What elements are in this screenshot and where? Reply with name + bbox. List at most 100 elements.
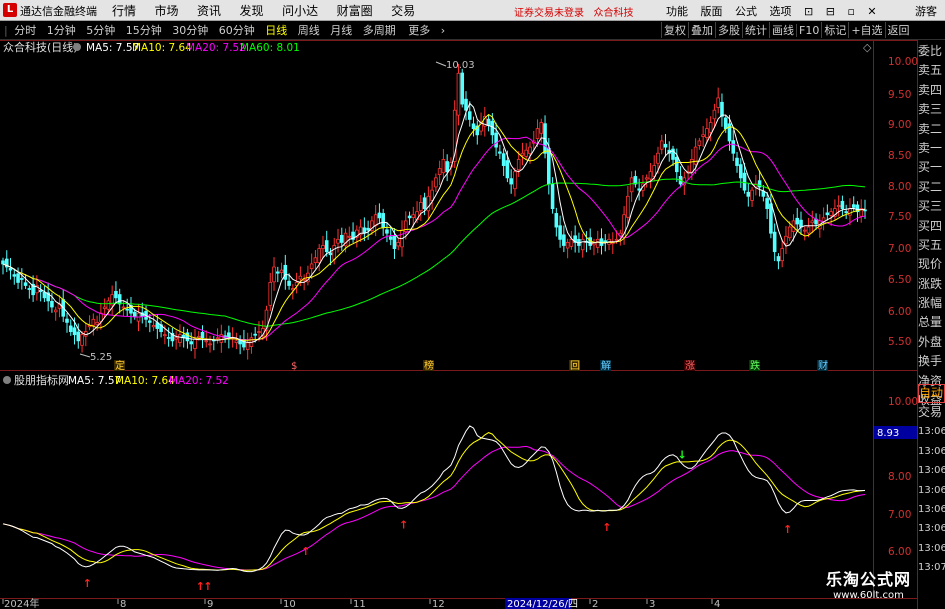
candle-body [716,97,720,108]
candle-body [844,211,848,214]
candlestick-series[interactable] [1,63,867,360]
candle-body [509,178,513,185]
settings-circle-icon[interactable] [3,376,11,384]
low-price-label: 5.25 [90,352,112,363]
candle-body [539,122,544,134]
candle-body [486,118,491,126]
candle-body [524,149,529,157]
y-tick: 6.00 [888,306,911,318]
signal-arrows: ↑ ↑↑↑↑ ↑ ↑↓ [83,448,792,593]
candle-body [1,260,5,265]
candle-body [547,147,551,185]
candle-body [562,234,566,246]
side-item: 买二 [918,179,943,194]
sub-indicator-name: 股朋指标网 [14,373,69,387]
cursor-date: 2024/12/26/四 [507,599,578,609]
side-item: 总量 [918,315,943,330]
candle-body [674,156,679,173]
candle-body [810,220,815,224]
settings-circle-icon[interactable] [73,43,81,51]
y-tick: 7.00 [888,243,911,255]
candle-body [467,111,472,120]
candle-body [272,266,276,283]
tick-time: 13:06 [918,523,945,535]
candle-body [91,318,96,326]
candle-body [836,205,841,208]
event-marker: 涨 [685,360,695,372]
candle-body [268,281,273,306]
candle-body [434,177,438,188]
candle-body [705,128,709,138]
candle-body [332,245,337,260]
y-tick: 8.50 [888,150,911,162]
candle-body [121,306,126,309]
candle-body [16,273,20,283]
candle-body [750,189,754,201]
candle-body [347,235,352,238]
moving-average-lines [2,102,866,343]
side-item: 涨跌 [918,276,943,291]
event-marker: 回 [570,360,580,372]
candle-body [663,143,668,148]
candle-body [339,234,344,243]
tab-trade[interactable]: 交易 [918,403,945,422]
main-stock-title: 众合科技(日线) [3,40,78,54]
candle-body [163,334,167,337]
tab-auto[interactable]: 自动 [918,384,945,403]
candle-body [520,152,525,156]
candle-body [498,151,502,154]
buy-arrow-icon: ↑ [602,521,611,534]
quote-side-panel: 委比 卖五 卖四 卖三 卖二 卖一 买一 买二 买三 买四 买五 现价 涨跌 涨… [918,42,945,410]
candle-body [53,309,58,313]
candle-body [731,140,736,154]
candle-body [65,318,69,323]
event-marker: $ [291,361,297,372]
tick-time: 13:07 [918,562,945,574]
candle-body [505,160,510,179]
candle-body [580,238,585,251]
candle-body [275,271,280,274]
event-marker: 定 [115,359,125,372]
candle-body [742,172,747,191]
y-tick: 8.00 [888,471,911,483]
candle-body [471,123,476,130]
candle-body [501,153,506,166]
side-item: 买四 [918,218,943,233]
candle-body [407,215,412,219]
candle-body [863,209,867,212]
candle-body [95,321,99,325]
y-tick: 10.00 [888,56,918,68]
y-tick: 9.00 [888,119,911,131]
y-tick: 6.50 [888,274,911,286]
candle-body [76,331,81,342]
candle-body [106,300,111,310]
candle-body [550,183,555,209]
candle-body [385,229,389,234]
candle-body [565,242,570,249]
sub-ma5-label: MA5: 7.57 [68,375,121,387]
candle-body [464,98,468,111]
candle-body [441,158,446,174]
candle-body [117,294,122,305]
ma10-line [2,113,866,341]
side-item: 买一 [918,160,943,175]
candle-body [23,282,28,286]
y-tick: 9.50 [888,89,911,101]
candle-body [769,203,773,234]
tick-time: 13:06 [918,484,945,496]
x-tick: 2024年 [4,597,39,609]
tick-time: 13:06 [918,542,945,554]
kline-chart[interactable]: 众合科技(日线) MA5: 7.57 MA10: 7.64 MA20: 7.52… [0,0,945,609]
candle-body [437,168,442,176]
candle-body [8,267,13,271]
candle-body [313,257,318,264]
side-item: 买三 [918,199,943,214]
candle-body [422,197,427,210]
candle-body [456,72,461,116]
candle-body [50,300,54,308]
expand-icon[interactable]: ◇ [863,41,872,54]
event-marker: 解 [601,359,611,372]
candle-body [381,213,385,228]
sub-ma20-label: MA20: 7.52 [169,375,229,387]
candle-body [765,198,769,210]
